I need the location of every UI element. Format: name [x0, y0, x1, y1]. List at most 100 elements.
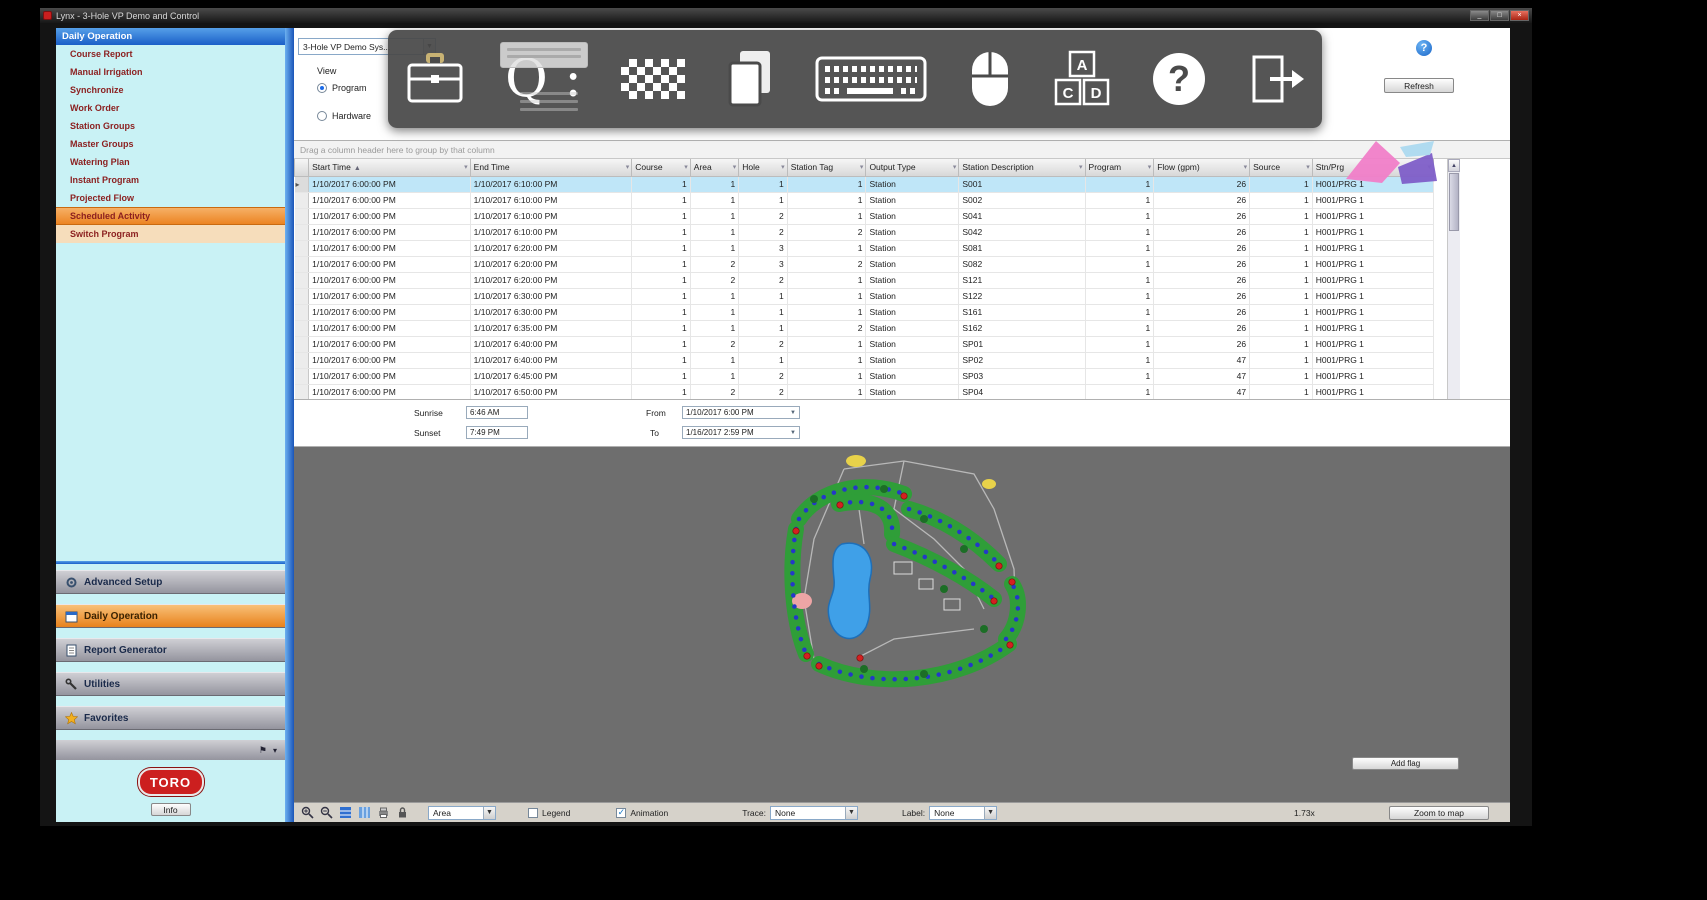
grid-row[interactable]: 1/10/2017 6:00:00 PM 1/10/2017 6:30:00 PM… [294, 288, 1435, 305]
nav-advanced-setup[interactable]: Advanced Setup [56, 570, 285, 594]
trace-select[interactable]: None ▼ [769, 805, 858, 820]
sidebar-item-projected-flow[interactable]: Projected Flow [56, 189, 285, 207]
sidebar-item-synchronize[interactable]: Synchronize [56, 81, 285, 99]
minimize-button[interactable]: _ [1470, 10, 1489, 21]
print-icon[interactable] [376, 805, 391, 820]
column-header[interactable]: Stn/Prg ▾ [1311, 159, 1435, 177]
zoom-to-map-button[interactable]: Zoom to map [1389, 806, 1489, 820]
sidebar-footer-button[interactable]: Info [150, 803, 191, 816]
column-header[interactable]: Output Type ▾ [865, 159, 960, 177]
maximize-button[interactable]: □ [1490, 10, 1509, 21]
refresh-button[interactable]: Refresh [1384, 78, 1454, 93]
column-header[interactable]: Hole ▾ [738, 159, 788, 177]
column-filter-icon[interactable]: ▾ [626, 163, 630, 171]
sidebar-item-course-report[interactable]: Course Report [56, 45, 285, 63]
column-header[interactable]: Station Tag ▾ [786, 159, 867, 177]
column-filter-icon[interactable]: ▾ [1306, 163, 1310, 171]
column-filter-icon[interactable]: ▾ [1427, 163, 1431, 171]
sidebar-item-manual-irrigation[interactable]: Manual Irrigation [56, 63, 285, 81]
column-filter-icon[interactable]: ▾ [1244, 163, 1248, 171]
chevron-down-icon[interactable]: ▾ [273, 746, 277, 755]
column-header[interactable]: Source ▾ [1249, 159, 1313, 177]
column-filter-icon[interactable]: ▾ [953, 163, 957, 171]
keyboard-icon[interactable] [815, 50, 927, 108]
grid-row[interactable]: 1/10/2017 6:00:00 PM 1/10/2017 6:40:00 PM… [294, 352, 1435, 369]
column-header[interactable]: Station Description ▾ [958, 159, 1086, 177]
nav-report-generator[interactable]: Report Generator [56, 638, 285, 662]
sidebar-item-station-groups[interactable]: Station Groups [56, 117, 285, 135]
add-flag-button[interactable]: Add flag [1352, 757, 1459, 770]
grid-cell: S081 [958, 240, 1086, 257]
table-scrollbar[interactable]: ▲ [1447, 159, 1460, 399]
grid-row[interactable]: 1/10/2017 6:00:00 PM 1/10/2017 6:30:00 PM… [294, 304, 1435, 321]
help-circle-icon[interactable]: ? [1151, 51, 1207, 107]
column-header[interactable]: Program ▾ [1084, 159, 1155, 177]
grid-row[interactable]: 1/10/2017 6:00:00 PM 1/10/2017 6:10:00 PM… [294, 224, 1435, 241]
course-map-area[interactable]: Add flag [294, 447, 1510, 802]
scroll-up-icon[interactable]: ▲ [1448, 159, 1460, 172]
grid-row[interactable]: 1/10/2017 6:00:00 PM 1/10/2017 6:10:00 PM… [294, 192, 1435, 209]
grid-row[interactable]: ▸ 1/10/2017 6:00:00 PM 1/10/2017 6:10:00 P… [294, 176, 1435, 193]
clipboard-icon[interactable] [724, 49, 776, 109]
grid-row[interactable]: 1/10/2017 6:00:00 PM 1/10/2017 6:40:00 PM… [294, 336, 1435, 353]
nav-daily-operation[interactable]: Daily Operation [56, 604, 285, 628]
column-header[interactable]: End Time ▾ [469, 159, 633, 177]
layers-icon[interactable] [338, 805, 353, 820]
column-header[interactable]: Area ▾ [689, 159, 740, 177]
column-filter-icon[interactable]: ▾ [684, 163, 688, 171]
zoom-in-icon[interactable] [300, 805, 315, 820]
sidebar-item-instant-program[interactable]: Instant Program [56, 171, 285, 189]
scrollbar-thumb[interactable] [1449, 173, 1459, 231]
column-header[interactable]: Start Time ▲ ▾ [308, 159, 471, 177]
toolbox-icon[interactable] [404, 51, 466, 107]
radio-hardware[interactable]: Hardware [317, 111, 371, 121]
to-field[interactable]: 1/16/2017 2:59 PM ▼ [682, 426, 800, 439]
lock-icon[interactable] [395, 805, 410, 820]
course-map[interactable] [744, 449, 1074, 729]
sunrise-field[interactable]: 6:46 AM [466, 406, 528, 419]
radio-label: Program [332, 83, 367, 93]
grid-row[interactable]: 1/10/2017 6:00:00 PM 1/10/2017 6:50:00 PM… [294, 384, 1435, 399]
sidebar-item-watering-plan[interactable]: Watering Plan [56, 153, 285, 171]
nav-utilities[interactable]: Utilities [56, 672, 285, 696]
column-header[interactable]: Flow (gpm) ▾ [1153, 159, 1251, 177]
close-button[interactable]: × [1510, 10, 1529, 21]
nav-favorites[interactable]: Favorites [56, 706, 285, 730]
sunset-field[interactable]: 7:49 PM [466, 426, 528, 439]
flag-icon[interactable]: ⚑ [259, 745, 267, 756]
label-select[interactable]: None ▼ [929, 805, 998, 820]
legend-checkbox[interactable]: Legend [528, 807, 570, 818]
animation-checkbox[interactable]: ✓ Animation [616, 807, 668, 818]
abc-blocks-icon[interactable]: A C D [1054, 50, 1112, 108]
sidebar-item-master-groups[interactable]: Master Groups [56, 135, 285, 153]
area-select[interactable]: Area ▼ [428, 805, 496, 820]
column-filter-icon[interactable]: ▾ [1079, 163, 1083, 171]
grid-row[interactable]: 1/10/2017 6:00:00 PM 1/10/2017 6:20:00 PM… [294, 240, 1435, 257]
column-filter-icon[interactable]: ▾ [781, 163, 785, 171]
to-value: 1/16/2017 2:59 PM [686, 428, 754, 437]
grid-row[interactable]: 1/10/2017 6:00:00 PM 1/10/2017 6:20:00 PM… [294, 256, 1435, 273]
from-field[interactable]: 1/10/2017 6:00 PM ▼ [682, 406, 800, 419]
map-layer-icon[interactable] [357, 805, 372, 820]
column-filter-icon[interactable]: ▾ [860, 163, 864, 171]
sidebar-item-scheduled-activity[interactable]: Scheduled Activity [56, 207, 285, 225]
zoom-out-icon[interactable] [319, 805, 334, 820]
checkerboard-icon[interactable] [621, 59, 685, 99]
exit-icon[interactable] [1246, 51, 1306, 107]
column-filter-icon[interactable]: ▾ [464, 163, 468, 171]
grid-row[interactable]: 1/10/2017 6:00:00 PM 1/10/2017 6:10:00 PM… [294, 208, 1435, 225]
grid-row[interactable]: 1/10/2017 6:00:00 PM 1/10/2017 6:45:00 PM… [294, 368, 1435, 385]
column-header[interactable]: Course ▾ [631, 159, 691, 177]
checkbox-icon [528, 807, 538, 818]
grid-row[interactable]: 1/10/2017 6:00:00 PM 1/10/2017 6:35:00 PM… [294, 320, 1435, 337]
grid-row[interactable]: 1/10/2017 6:00:00 PM 1/10/2017 6:20:00 PM… [294, 272, 1435, 289]
help-icon[interactable]: ? [1416, 40, 1432, 56]
sidebar-item-switch-program[interactable]: Switch Program [56, 225, 285, 243]
sidebar-item-work-order[interactable]: Work Order [56, 99, 285, 117]
radio-program[interactable]: Program [317, 83, 367, 93]
mouse-icon[interactable] [966, 48, 1014, 110]
column-filter-icon[interactable]: ▾ [733, 163, 737, 171]
grid-cell: 1 [631, 256, 691, 273]
grid-cell: H001/PRG 1 [1312, 352, 1435, 369]
column-filter-icon[interactable]: ▾ [1148, 163, 1152, 171]
